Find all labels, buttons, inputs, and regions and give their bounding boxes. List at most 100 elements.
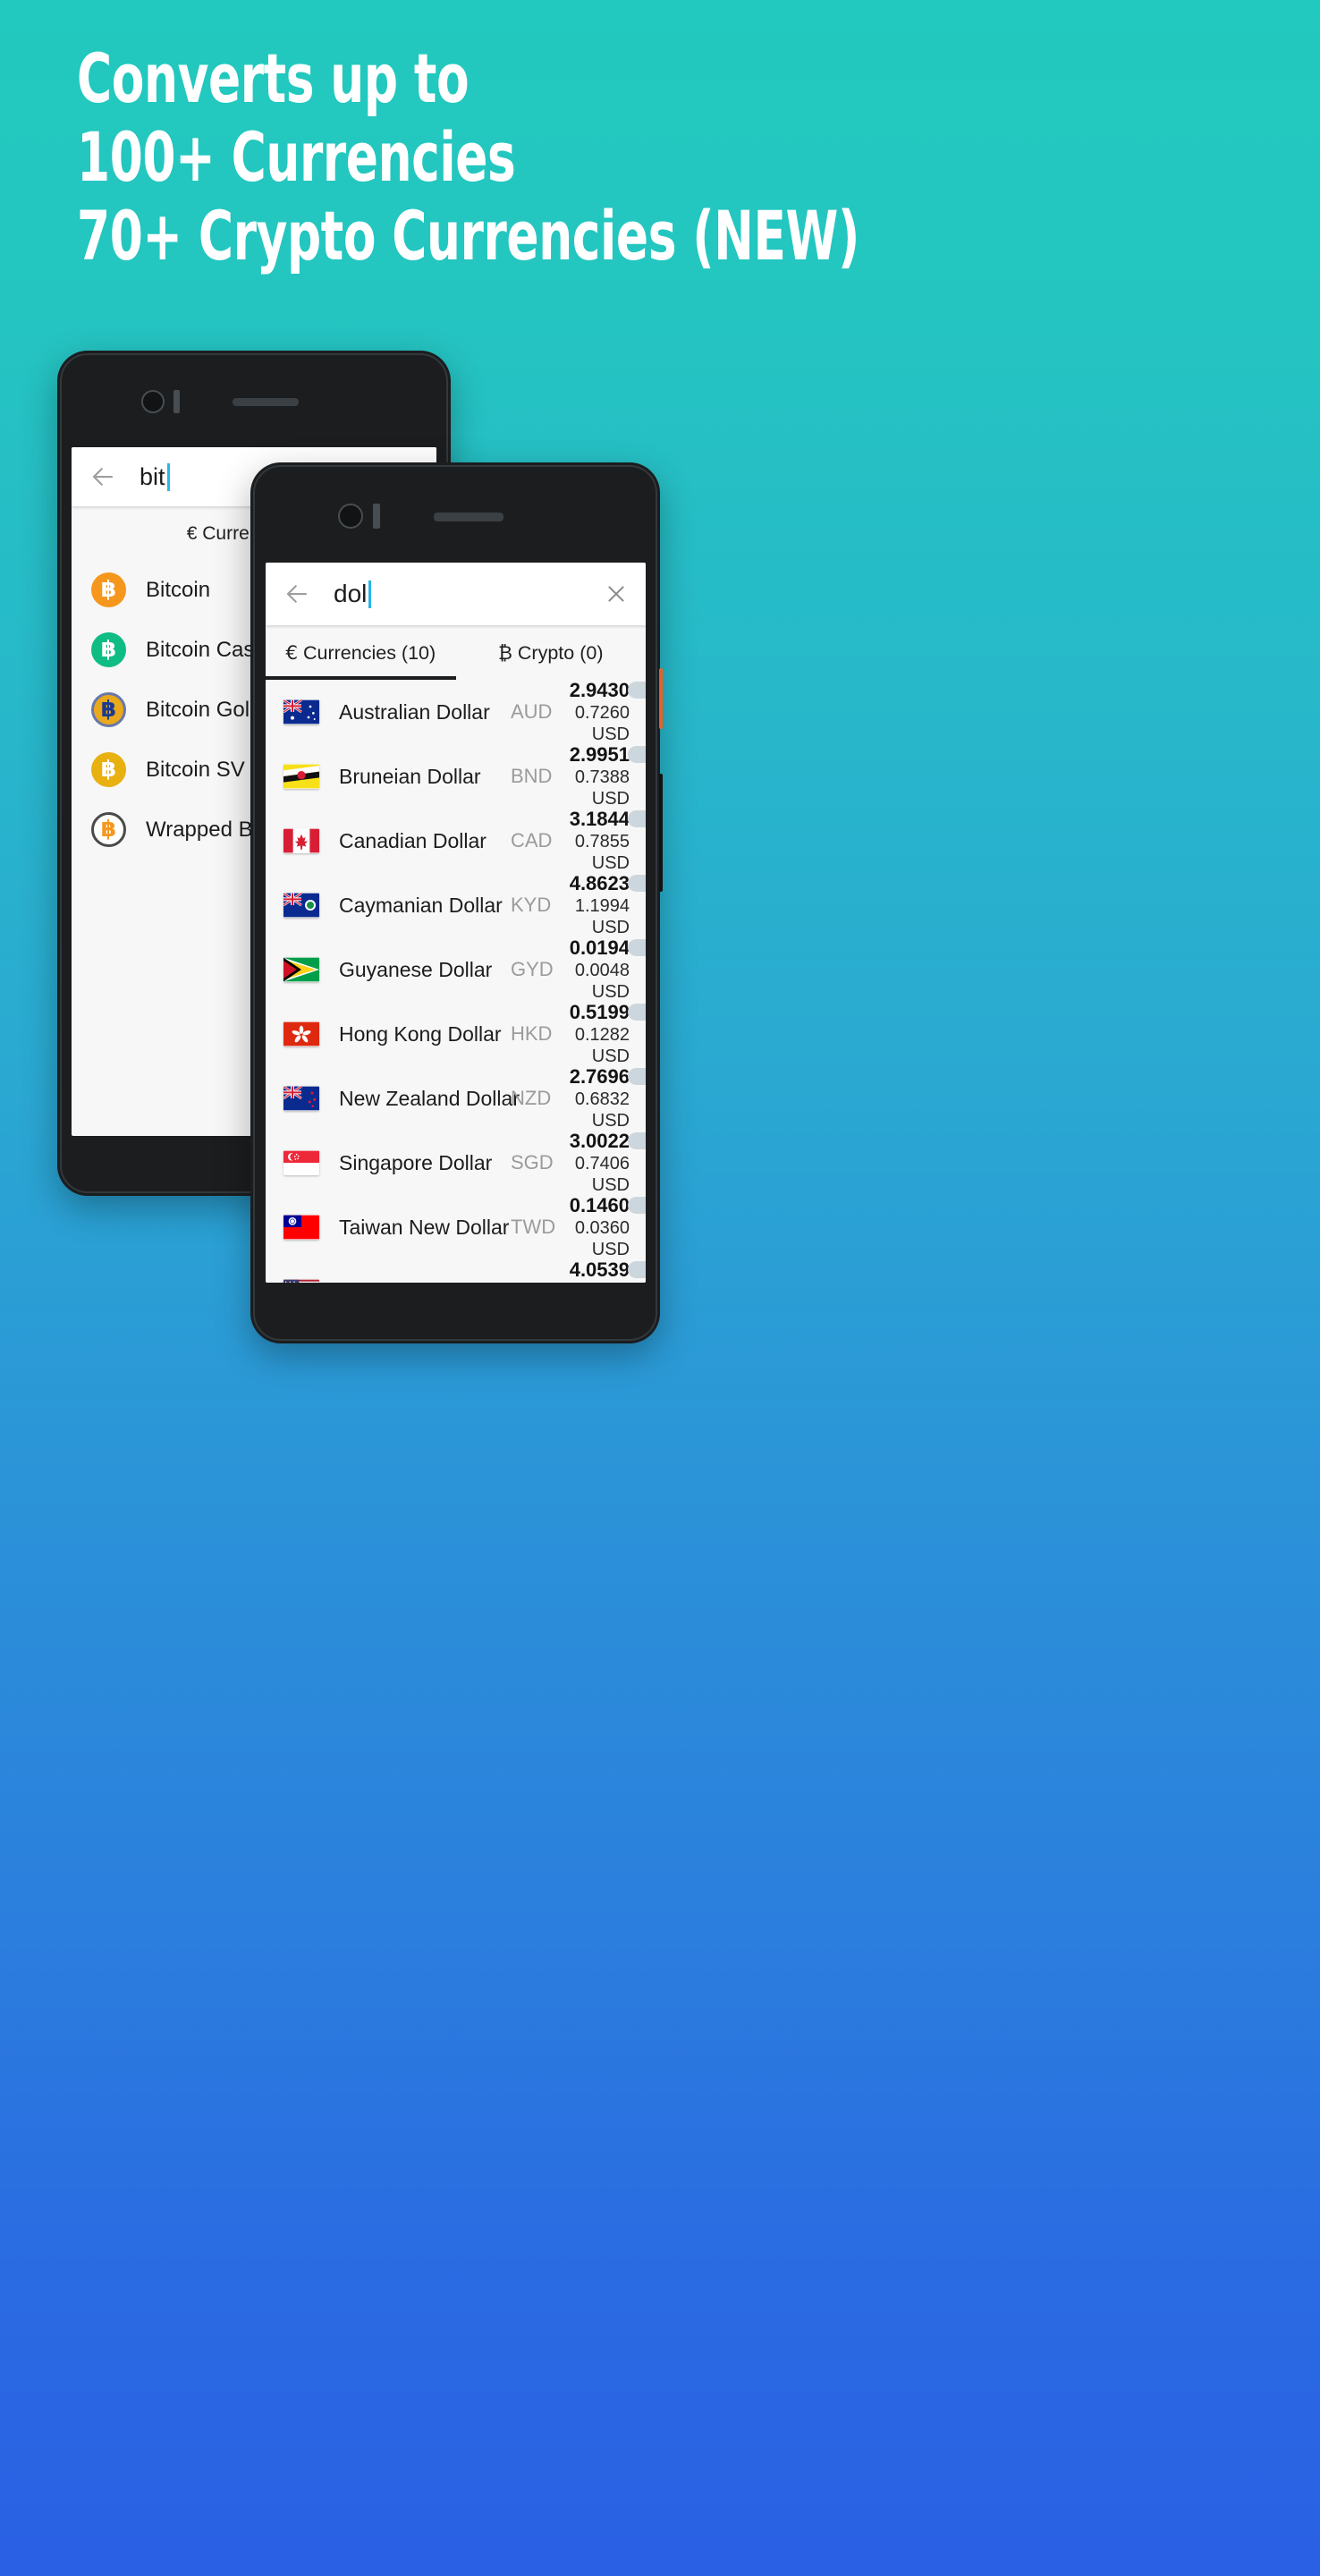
bitcoin-sv-icon: ฿	[91, 752, 126, 787]
currency-rate: 0.5199	[569, 1001, 630, 1023]
flag-us-icon	[283, 1279, 319, 1283]
currency-code: USD	[511, 1280, 566, 1283]
earpiece-speaker	[233, 398, 299, 406]
currency-rate: 4.0539	[569, 1258, 630, 1281]
bitcoin-symbol-icon: ₿	[498, 642, 512, 665]
currency-values: 0.5199 0.1282 USD	[566, 1001, 646, 1067]
rate-blur-badge	[628, 939, 646, 956]
rate-blur-badge	[628, 1004, 646, 1021]
crypto-name: Bitcoin Cash	[146, 637, 267, 662]
tab-crypto-label: Crypto (0)	[517, 642, 604, 664]
text-caret	[166, 462, 170, 491]
flag-gy-icon	[283, 957, 319, 982]
table-row[interactable]: Bruneian Dollar BND 2.9951 0.7388 USD	[266, 743, 646, 809]
currency-name: Australian Dollar	[339, 699, 490, 724]
rate-blur-badge	[628, 1197, 646, 1214]
currency-values: 4.8623 1.1994 USD	[566, 872, 646, 938]
currency-code: NZD	[511, 1087, 552, 1109]
volume-button[interactable]	[659, 668, 663, 729]
currency-values: 2.9951 0.7388 USD	[566, 743, 646, 809]
rate-blur-badge	[628, 1068, 646, 1085]
table-row[interactable]: Guyanese Dollar GYD 0.0194 0.0048 USD	[266, 936, 646, 1003]
currency-rate: 0.1460	[569, 1194, 630, 1216]
table-row[interactable]: US Dollar USD 4.0539 1.0000 USD	[266, 1258, 646, 1284]
currency-values: 2.9430 0.7260 USD	[566, 679, 646, 745]
currency-usd: 1.0000 USD	[566, 1282, 630, 1283]
front-search-bar[interactable]: dol	[266, 563, 646, 625]
headline-line-1: Converts up to	[77, 38, 470, 118]
currency-values: 0.1460 0.0360 USD	[566, 1194, 646, 1260]
currency-values: 2.7696 0.6832 USD	[566, 1065, 646, 1131]
flag-tw-icon	[283, 1215, 319, 1240]
currency-values: 4.0539 1.0000 USD	[566, 1258, 646, 1283]
currency-code: AUD	[511, 700, 553, 723]
flag-ca-icon	[283, 828, 319, 853]
promo-headline: Converts up to 100+ Currencies 70+ Crypt…	[77, 39, 1257, 275]
table-row[interactable]: Singapore Dollar SGD 3.0022 0.7406 USD	[266, 1130, 646, 1196]
bitcoin-cash-icon: ฿	[91, 632, 126, 667]
table-row[interactable]: Hong Kong Dollar HKD 0.5199 0.1282 USD	[266, 1001, 646, 1067]
currency-name: New Zealand Dollar	[339, 1086, 520, 1110]
currency-usd: 0.7388 USD	[574, 767, 630, 809]
table-row[interactable]: New Zealand Dollar NZD 2.7696 0.6832 USD	[266, 1065, 646, 1131]
flag-ky-icon	[283, 893, 319, 918]
front-search-input[interactable]: dol	[334, 580, 605, 608]
currency-code: HKD	[511, 1022, 553, 1045]
tab-crypto[interactable]: ₿ Crypto (0)	[456, 625, 647, 680]
flag-bn-icon	[283, 764, 319, 789]
back-search-value: bit	[140, 462, 165, 490]
currency-name: Singapore Dollar	[339, 1150, 493, 1174]
currency-rate: 2.9430	[569, 679, 630, 701]
back-arrow-icon[interactable]	[283, 580, 310, 607]
front-search-value: dol	[334, 580, 368, 607]
currency-name: Hong Kong Dollar	[339, 1021, 502, 1046]
currency-rate: 3.0022	[569, 1130, 630, 1152]
back-arrow-icon[interactable]	[89, 463, 116, 490]
bitcoin-icon: ฿	[91, 572, 126, 607]
currency-rate: 4.8623	[569, 872, 630, 894]
currency-code: CAD	[511, 829, 553, 852]
front-camera-icon	[141, 390, 165, 413]
tab-currencies-label: Currencies (10)	[303, 642, 436, 664]
table-row[interactable]: Australian Dollar AUD 2.9430 0.7260 USD	[266, 679, 646, 745]
flag-hk-icon	[283, 1021, 319, 1046]
text-caret	[368, 580, 372, 608]
currency-name: US Dollar	[339, 1280, 511, 1284]
currency-name: Canadian Dollar	[339, 828, 487, 852]
currency-rate: 0.0194	[569, 936, 630, 959]
close-icon[interactable]	[605, 582, 628, 606]
power-button[interactable]	[659, 774, 663, 892]
currency-usd: 0.7406 USD	[574, 1154, 630, 1195]
table-row[interactable]: Caymanian Dollar KYD 4.8623 1.1994 USD	[266, 872, 646, 938]
front-phone-device: dol € Currencies (10) ₿ Crypto (0) Austr…	[250, 462, 663, 1343]
rate-blur-badge	[628, 1261, 646, 1278]
sensor-icon	[173, 390, 180, 413]
currency-code: SGD	[511, 1151, 554, 1174]
crypto-name: Bitcoin Gold	[146, 697, 262, 722]
currency-rate: 2.7696	[569, 1065, 630, 1088]
currency-usd: 0.7855 USD	[574, 832, 630, 873]
currency-values: 0.0194 0.0048 USD	[566, 936, 646, 1003]
front-phone-screen: dol € Currencies (10) ₿ Crypto (0) Austr…	[266, 563, 646, 1283]
currency-code: TWD	[511, 1216, 556, 1238]
crypto-name: Bitcoin	[146, 577, 211, 602]
currency-usd: 0.0360 USD	[574, 1218, 630, 1259]
front-tab-bar[interactable]: € Currencies (10) ₿ Crypto (0)	[266, 625, 646, 680]
currency-values: 3.0022 0.7406 USD	[566, 1130, 646, 1196]
rate-blur-badge	[628, 682, 646, 699]
currency-name: Caymanian Dollar	[339, 893, 503, 917]
euro-icon: €	[285, 642, 299, 665]
currency-code: BND	[511, 765, 553, 787]
currency-rate: 2.9951	[569, 743, 630, 766]
tab-currencies[interactable]: € Currencies (10)	[266, 625, 456, 680]
currency-values: 3.1844 0.7855 USD	[566, 808, 646, 874]
currency-usd: 0.0048 USD	[574, 961, 630, 1002]
flag-nz-icon	[283, 1086, 319, 1111]
currency-name: Taiwan New Dollar	[339, 1215, 510, 1239]
rate-blur-badge	[628, 810, 646, 827]
currency-name: Guyanese Dollar	[339, 957, 493, 981]
table-row[interactable]: Taiwan New Dollar TWD 0.1460 0.0360 USD	[266, 1194, 646, 1260]
table-row[interactable]: Canadian Dollar CAD 3.1844 0.7855 USD	[266, 808, 646, 874]
front-camera-icon	[338, 504, 363, 529]
currency-result-list: Australian Dollar AUD 2.9430 0.7260 USD …	[266, 679, 646, 1284]
